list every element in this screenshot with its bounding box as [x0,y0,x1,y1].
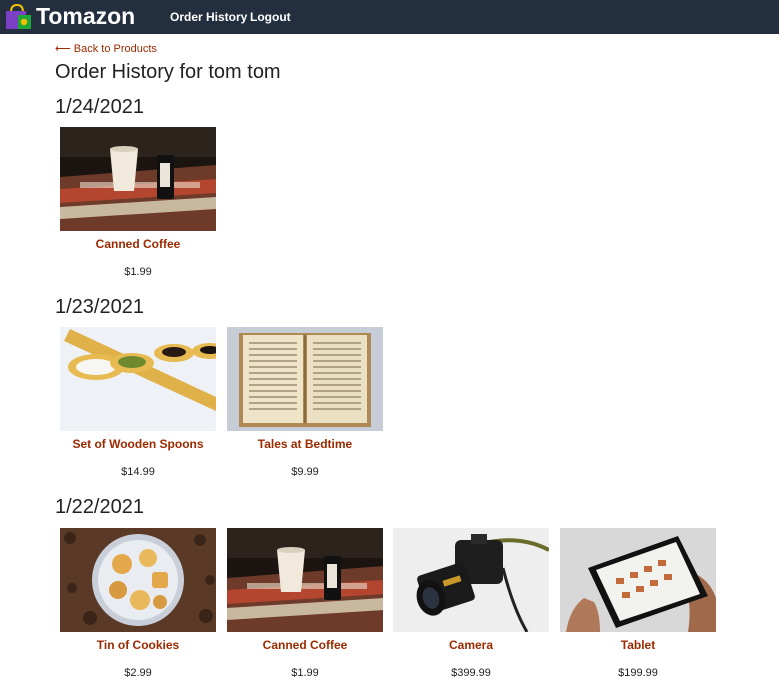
product-name-link[interactable]: Tablet [560,638,716,652]
product-card: Set of Wooden Spoons $14.99 [60,327,216,478]
canned-coffee-image[interactable] [60,127,216,231]
product-price: $1.99 [291,667,319,679]
back-link-label: Back to Products [73,43,157,55]
nav-logout-link[interactable]: Logout [250,10,291,24]
shopping-bag-logo-icon [6,4,31,29]
product-name-link[interactable]: Canned Coffee [227,638,383,652]
brand-name: Tomazon [36,3,136,29]
order-date-heading: 1/22/2021 [55,496,144,518]
back-to-products-link[interactable]: ⟵ Back to Products [55,42,157,55]
product-price: $2.99 [124,667,152,679]
page-title: Order History for tom tom [55,61,281,83]
tin-of-cookies-image[interactable] [60,528,216,632]
arrow-left-icon: ⟵ [55,43,71,55]
product-card: Tablet $199.99 [560,528,716,679]
product-card: Canned Coffee $1.99 [227,528,383,679]
product-name-link[interactable]: Tin of Cookies [60,638,216,652]
product-card: Tales at Bedtime $9.99 [227,327,383,478]
product-price: $399.99 [451,667,491,679]
product-name-link[interactable]: Camera [393,638,549,652]
navbar: Tomazon Order History Logout [0,0,779,34]
product-price: $9.99 [291,466,319,478]
order-date-heading: 1/24/2021 [55,96,144,118]
tablet-image[interactable] [560,528,716,632]
product-card: Camera $399.99 [393,528,549,679]
product-price: $199.99 [618,667,658,679]
nav-order-history-link[interactable]: Order History [170,10,247,24]
product-name-link[interactable]: Set of Wooden Spoons [60,437,216,451]
canned-coffee-image[interactable] [227,528,383,632]
product-name-link[interactable]: Canned Coffee [60,237,216,251]
product-card: Canned Coffee $1.99 [60,127,216,278]
camera-image[interactable] [393,528,549,632]
product-price: $14.99 [121,466,155,478]
product-price: $1.99 [124,266,152,278]
open-book-image[interactable] [227,327,383,431]
product-card: Tin of Cookies $2.99 [60,528,216,679]
wooden-spoons-image[interactable] [60,327,216,431]
order-date-heading: 1/23/2021 [55,296,144,318]
product-name-link[interactable]: Tales at Bedtime [227,437,383,451]
